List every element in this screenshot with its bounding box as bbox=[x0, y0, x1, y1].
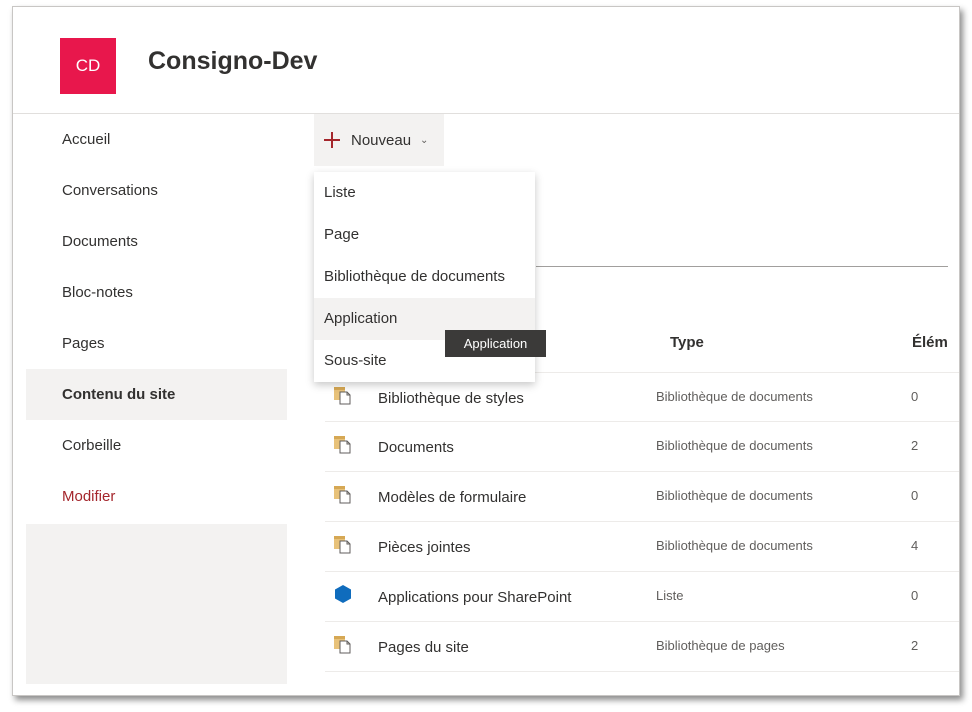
row-name[interactable]: Pièces jointes bbox=[378, 539, 471, 556]
row-name[interactable]: Bibliothèque de styles bbox=[378, 390, 524, 407]
table-row[interactable]: Modèles de formulaire Bibliothèque de doc… bbox=[325, 472, 959, 522]
row-item-count: 0 bbox=[911, 389, 919, 404]
document-library-icon bbox=[333, 634, 353, 654]
contents-table: Bibliothèque de styles Bibliothèque de do… bbox=[325, 372, 959, 672]
document-library-icon bbox=[333, 434, 353, 454]
site-contents-main: Nouveau ⌄ Liste Page Bibliothèque de docum… bbox=[287, 114, 959, 695]
nav-item-documents[interactable]: Documents bbox=[26, 216, 287, 267]
row-type: Bibliothèque de documents bbox=[656, 488, 813, 503]
tooltip: Application bbox=[445, 330, 546, 357]
left-navigation: Accueil Conversations Documents Bloc-notes P… bbox=[26, 114, 287, 684]
app-hexagon-icon bbox=[333, 584, 353, 604]
edit-nav-link[interactable]: Modifier bbox=[26, 471, 287, 522]
chevron-down-icon: ⌄ bbox=[420, 134, 429, 146]
row-type: Bibliothèque de pages bbox=[656, 638, 785, 653]
menu-item-liste[interactable]: Liste bbox=[314, 172, 535, 214]
site-title[interactable]: Consigno-Dev bbox=[148, 47, 317, 76]
table-row[interactable]: Applications pour SharePoint Liste 0 bbox=[325, 572, 959, 622]
menu-item-page[interactable]: Page bbox=[314, 214, 535, 256]
table-row[interactable]: Pièces jointes Bibliothèque de documents 4 bbox=[325, 522, 959, 572]
row-name[interactable]: Modèles de formulaire bbox=[378, 489, 526, 506]
row-item-count: 2 bbox=[911, 438, 919, 453]
nav-item-pages[interactable]: Pages bbox=[26, 318, 287, 369]
row-item-count: 0 bbox=[911, 588, 919, 603]
new-button[interactable]: Nouveau ⌄ bbox=[314, 114, 444, 166]
table-row[interactable]: Documents Bibliothèque de documents 2 bbox=[325, 422, 959, 472]
nav-item-conversations[interactable]: Conversations bbox=[26, 165, 287, 216]
nav-item-bloc-notes[interactable]: Bloc-notes bbox=[26, 267, 287, 318]
menu-item-bibliotheque-de-documents[interactable]: Bibliothèque de documents bbox=[314, 256, 535, 298]
site-logo[interactable]: CD bbox=[60, 38, 116, 94]
row-item-count: 4 bbox=[911, 538, 919, 553]
row-type: Liste bbox=[656, 588, 684, 603]
section-divider bbox=[536, 266, 948, 267]
site-header: CD Consigno-Dev bbox=[13, 7, 959, 114]
nav-item-contenu-du-site[interactable]: Contenu du site bbox=[26, 369, 287, 420]
document-library-icon bbox=[333, 385, 353, 405]
nav-item-accueil[interactable]: Accueil bbox=[26, 114, 287, 165]
new-button-label: Nouveau bbox=[351, 131, 412, 149]
row-name[interactable]: Pages du site bbox=[378, 639, 469, 656]
table-row[interactable]: Pages du site Bibliothèque de pages 2 bbox=[325, 622, 959, 672]
column-header-items[interactable]: Élém bbox=[912, 334, 948, 351]
nav-list: Accueil Conversations Documents Bloc-notes P… bbox=[26, 114, 287, 524]
row-name[interactable]: Applications pour SharePoint bbox=[378, 589, 571, 606]
row-name[interactable]: Documents bbox=[378, 439, 454, 456]
row-type: Bibliothèque de documents bbox=[656, 538, 813, 553]
row-item-count: 2 bbox=[911, 638, 919, 653]
row-item-count: 0 bbox=[911, 488, 919, 503]
row-type: Bibliothèque de documents bbox=[656, 389, 813, 404]
sharepoint-window: CD Consigno-Dev Accueil Conversations Docu… bbox=[12, 6, 960, 696]
column-header-type[interactable]: Type bbox=[670, 334, 704, 351]
row-type: Bibliothèque de documents bbox=[656, 438, 813, 453]
nav-item-corbeille[interactable]: Corbeille bbox=[26, 420, 287, 471]
document-library-icon bbox=[333, 534, 353, 554]
plus-icon bbox=[324, 132, 340, 148]
document-library-icon bbox=[333, 484, 353, 504]
